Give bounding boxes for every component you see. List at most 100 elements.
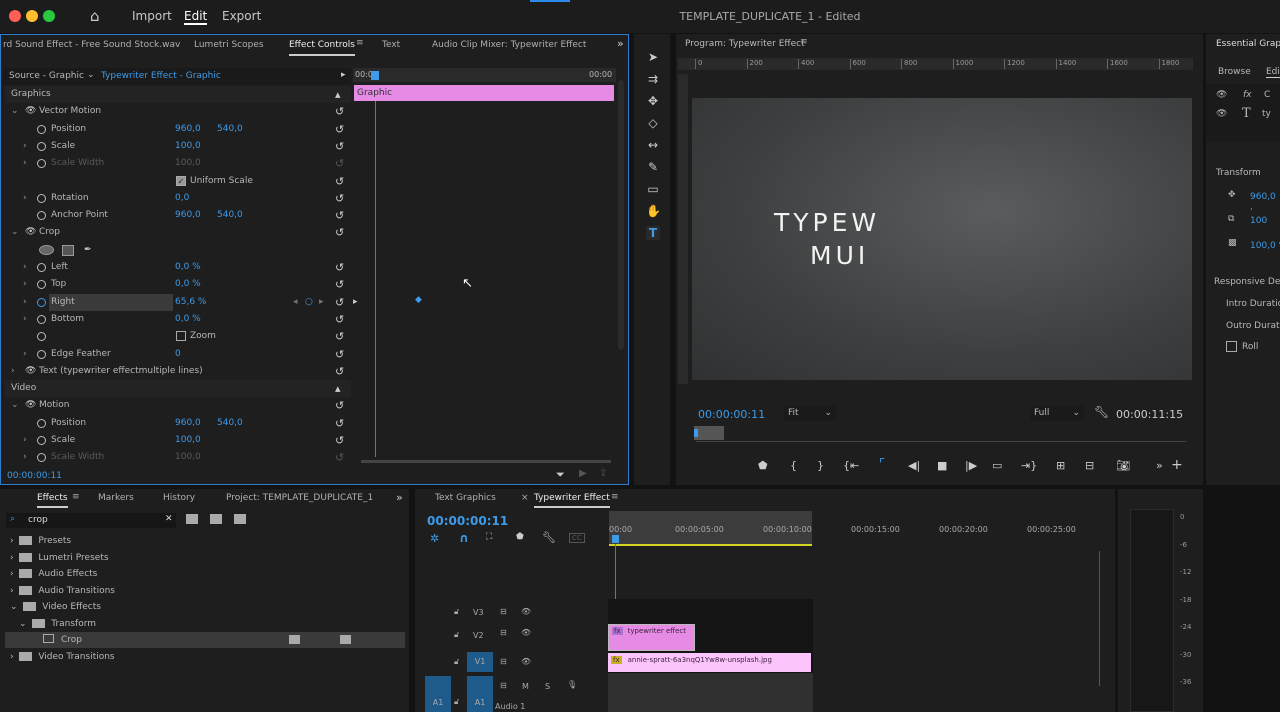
menu-export[interactable]: Export <box>222 9 261 23</box>
property-value[interactable]: 0 <box>175 346 181 363</box>
stopwatch-icon[interactable] <box>37 453 46 463</box>
playhead-timecode[interactable]: 00:00:00:11 <box>698 408 765 421</box>
microphone-icon[interactable]: 🎙︎ <box>567 680 577 689</box>
opacity-value[interactable]: 100,0 % <box>1250 241 1280 251</box>
property-row[interactable]: ⌄ 👁︎ Crop ↺ <box>5 224 351 241</box>
clip-background-image[interactable]: fx annie-spratt-6a3nqQ1Yw8w-unsplash.jpg <box>608 653 811 672</box>
panel-menu-icon[interactable]: ≡ <box>611 492 619 502</box>
chevron-down-icon[interactable]: ⌄ <box>11 103 19 120</box>
stopwatch-icon[interactable] <box>37 193 46 203</box>
go-to-out-icon[interactable]: ⇥} <box>1021 459 1037 472</box>
stopwatch-icon[interactable] <box>37 314 46 324</box>
eye-icon[interactable]: 👁︎ <box>25 103 36 120</box>
property-row[interactable]: › Left 0,0 % ↺ <box>5 259 351 276</box>
chevron-right-icon[interactable]: › <box>23 155 27 172</box>
property-value[interactable]: 0,0 % <box>175 259 201 276</box>
lock-icon[interactable]: 🔓︎ <box>454 607 459 617</box>
tree-presets[interactable]: › Presets <box>10 536 71 546</box>
playhead[interactable] <box>612 535 619 543</box>
tab-text-graphics[interactable]: Text Graphics <box>435 493 496 503</box>
tab-edit[interactable]: Edit <box>1266 67 1280 78</box>
property-value[interactable]: 0,0 % <box>175 276 201 293</box>
stopwatch-icon[interactable] <box>37 211 46 221</box>
chevron-right-icon[interactable]: › <box>23 190 27 207</box>
add-marker-icon[interactable]: ⬟ <box>758 459 768 472</box>
property-value[interactable]: 960,0 <box>175 207 201 224</box>
play-audio-icon[interactable]: ▶ <box>579 468 587 479</box>
reset-icon[interactable]: ↺ <box>335 346 344 363</box>
eye-icon[interactable]: 👁︎ <box>25 397 36 414</box>
eye-icon[interactable]: 👁︎ <box>1216 90 1227 100</box>
export-frame-icon[interactable]: 📷︎ <box>1116 459 1130 472</box>
lift-icon[interactable]: ⊞ <box>1056 459 1065 472</box>
reset-icon[interactable]: ↺ <box>335 103 344 120</box>
tab-text[interactable]: Text <box>382 40 400 50</box>
collapse-icon[interactable]: ▴ <box>335 380 341 397</box>
property-row[interactable]: ⌄ 👁︎ Motion ↺ <box>5 397 351 414</box>
panel-menu-icon[interactable]: ≡ <box>800 37 808 47</box>
property-row[interactable]: › Scale Width 100,0 ↺ <box>5 155 351 172</box>
add-marker-icon[interactable]: ⬟ <box>516 532 524 542</box>
wrench-icon[interactable]: 🔧︎ <box>1094 405 1109 419</box>
layer-text[interactable]: ty <box>1262 109 1271 119</box>
chevron-down-icon[interactable]: ⌄ <box>87 70 95 80</box>
tab-audio-file[interactable]: rd Sound Effect - Free Sound Stock.wav <box>3 40 180 50</box>
tree-crop[interactable]: Crop <box>5 632 405 648</box>
property-row[interactable]: Anchor Point 960,0 540,0 ↺ <box>5 207 351 224</box>
property-row[interactable]: › Bottom 0,0 % ↺ <box>5 311 351 328</box>
property-row[interactable]: Video ▴ <box>5 380 351 398</box>
play-only-icon[interactable]: ▸ <box>341 70 346 80</box>
chevron-right-icon[interactable]: › <box>23 138 27 155</box>
yuv-effects-icon[interactable] <box>234 514 246 524</box>
track-v2-label[interactable]: V2 <box>473 631 484 640</box>
chevron-right-icon[interactable]: › <box>11 363 15 380</box>
reset-icon[interactable]: ↺ <box>335 207 344 224</box>
track-v3-label[interactable]: V3 <box>473 608 484 617</box>
property-row[interactable]: › 👁︎ Text (typewriter effectmultiple lines… <box>5 363 351 380</box>
stopwatch-icon[interactable] <box>37 436 46 445</box>
eye-icon[interactable]: 👁︎ <box>1216 109 1227 119</box>
more-controls-icon[interactable]: » <box>1156 459 1163 472</box>
lock-icon[interactable]: 🔓︎ <box>454 697 459 707</box>
source-a1-label[interactable]: A1 <box>425 676 451 712</box>
settings-wrench-icon[interactable]: 🔧︎ <box>542 531 556 544</box>
property-value[interactable]: 65,6 % <box>175 294 206 311</box>
reset-icon[interactable]: ↺ <box>335 294 344 311</box>
snap-icon[interactable]: ∩ <box>459 531 469 545</box>
pen-mask-icon[interactable]: ✒ <box>84 242 92 259</box>
step-forward-icon[interactable]: |▶ <box>965 459 977 472</box>
playhead[interactable] <box>694 429 698 437</box>
nest-icon[interactable]: ✲ <box>430 532 439 545</box>
ellipse-mask-icon[interactable] <box>39 244 54 255</box>
accelerated-effects-icon[interactable] <box>186 514 198 524</box>
tree-lumetri-presets[interactable]: › Lumetri Presets <box>10 553 109 563</box>
property-row[interactable]: › Scale 100,0 ↺ <box>5 138 351 155</box>
property-row[interactable]: Zoom ↺ <box>5 328 351 345</box>
property-row[interactable]: › Right 65,6 % ◂ ○ ▸ ▸ ↺ <box>5 293 358 311</box>
property-value[interactable]: 960,0 <box>175 415 201 432</box>
stopwatch-icon[interactable] <box>37 141 46 151</box>
sync-lock-icon[interactable]: ⊟ <box>500 657 507 666</box>
trim-icon[interactable]: ⌜ <box>879 457 885 472</box>
more-tabs-icon[interactable]: » <box>396 491 403 504</box>
tab-audio-clip-mixer[interactable]: Audio Clip Mixer: Typewriter Effect <box>432 40 586 50</box>
vertical-scrollbar[interactable] <box>618 80 624 350</box>
reset-icon[interactable]: ↺ <box>335 259 344 276</box>
minimize-window-button[interactable] <box>26 10 38 22</box>
vertical-zoom-scrollbar[interactable] <box>1099 551 1104 686</box>
hand-tool-icon[interactable]: ✋ <box>646 204 661 218</box>
checkbox[interactable] <box>176 331 186 342</box>
mark-out-icon[interactable]: } <box>817 459 824 472</box>
property-row[interactable]: › Scale Width 100,0 ↺ <box>5 449 351 466</box>
tab-effect-controls[interactable]: Effect Controls <box>289 40 355 56</box>
prev-keyframe-icon[interactable]: ◂ <box>293 294 298 311</box>
clear-search-icon[interactable]: ✕ <box>165 514 173 524</box>
sync-lock-icon[interactable]: ⊟ <box>500 607 507 616</box>
track-select-tool-icon[interactable]: ⇉ <box>646 72 660 86</box>
video-frame[interactable]: TYPEW MUI <box>692 98 1192 380</box>
clip-selector[interactable]: Typewriter Effect - Graphic <box>101 71 221 81</box>
eye-icon[interactable]: 👁︎ <box>521 607 531 616</box>
ripple-edit-tool-icon[interactable]: ✥ <box>646 94 660 108</box>
next-keyframe-icon[interactable]: ▸ <box>319 294 324 311</box>
chevron-right-icon[interactable]: › <box>23 449 27 466</box>
